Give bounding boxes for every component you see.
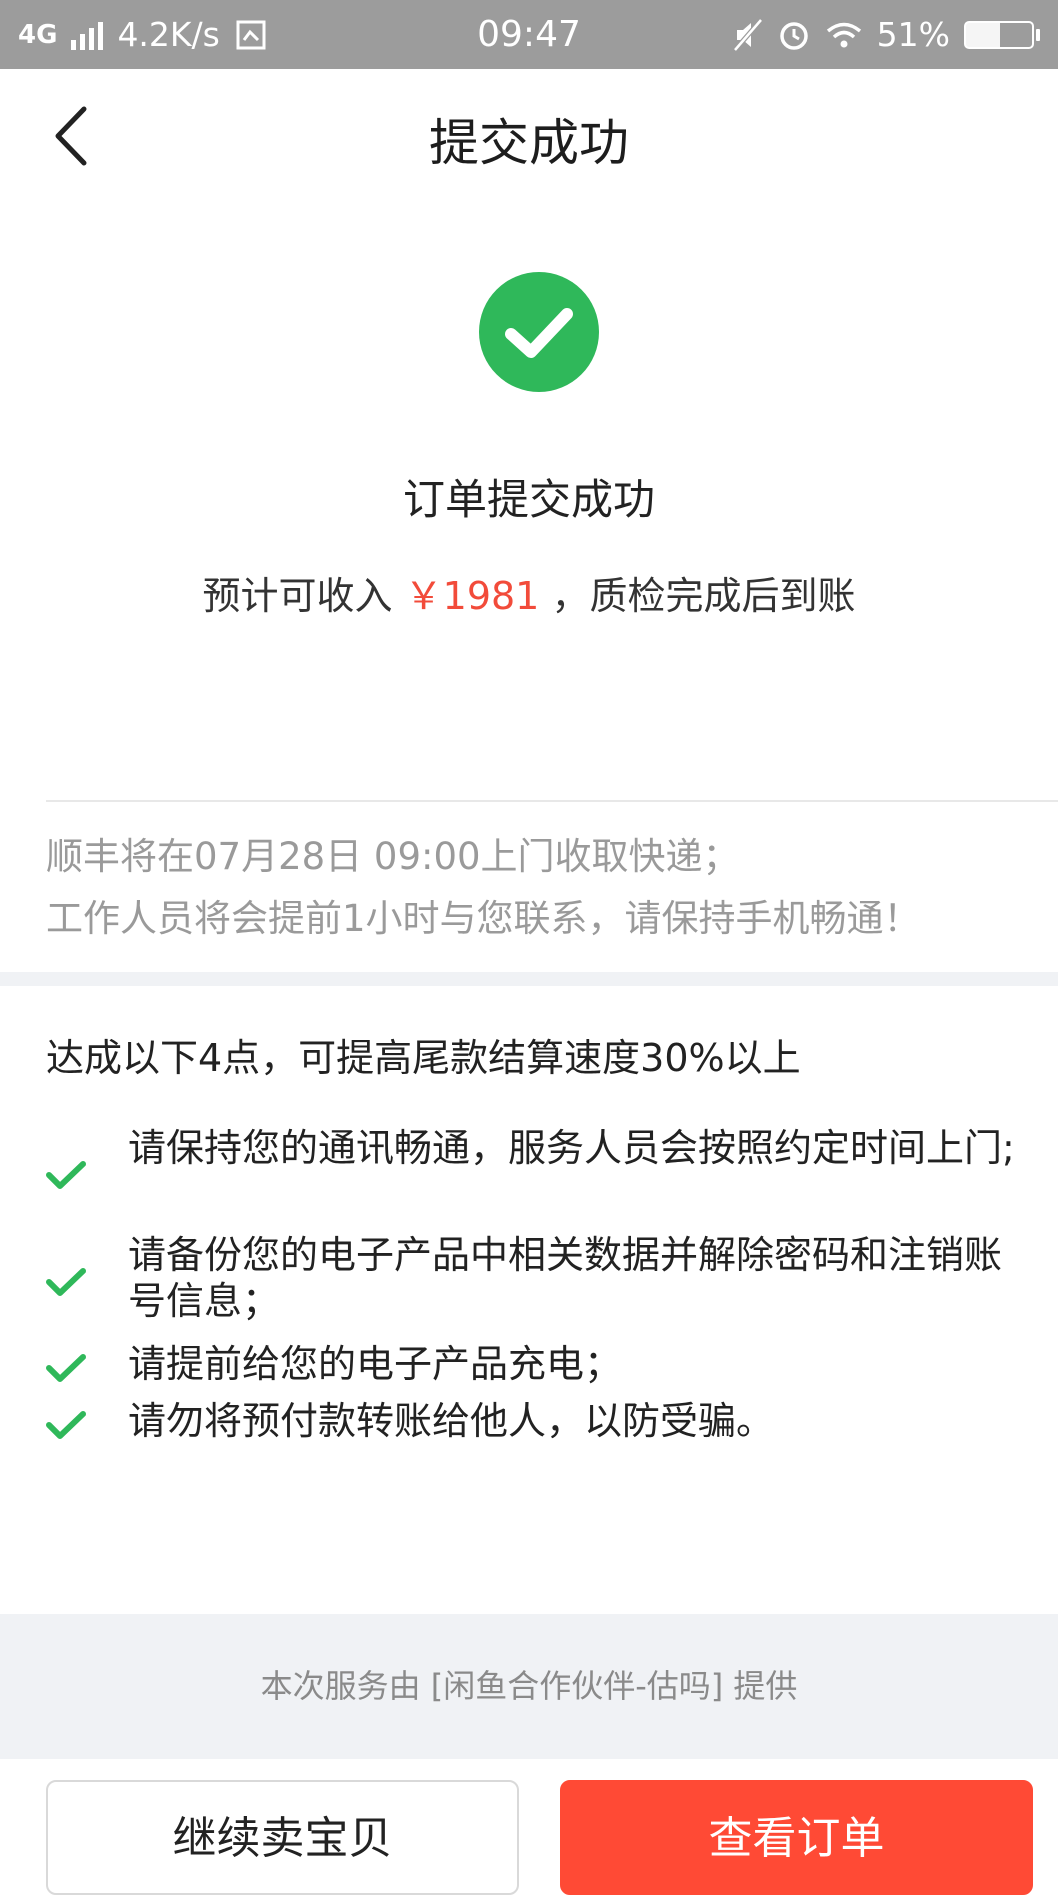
- success-check-icon: [479, 272, 599, 392]
- screenshot-icon: [236, 20, 266, 49]
- pickup-info: 顺丰将在07月28日 09:00上门收取快递； 工作人员将会提前1小时与您联系，…: [46, 826, 921, 950]
- list-item: 请备份您的电子产品中相关数据并解除密码和注销账号信息；: [46, 1232, 1016, 1341]
- check-icon: [46, 1411, 86, 1439]
- list-item: 请勿将预付款转账给他人，以防受骗。: [46, 1398, 1016, 1450]
- income-estimate: 预计可收入 ￥1981 ，质检完成后到账: [0, 565, 1058, 620]
- page-title: 提交成功: [429, 114, 629, 172]
- tip-text: 请勿将预付款转账给他人，以防受骗。: [128, 1399, 775, 1443]
- tips-heading: 达成以下4点，可提高尾款结算速度30%以上: [46, 1036, 801, 1080]
- tip-text: 请备份您的电子产品中相关数据并解除密码和注销账号信息；: [128, 1233, 1003, 1323]
- list-item: 请保持您的通讯畅通，服务人员会按照约定时间上门;: [46, 1125, 1016, 1232]
- income-prefix: 预计可收入: [202, 574, 393, 618]
- status-bar: 4G 4.2K/s 09:47 51%: [0, 0, 1058, 69]
- battery-icon: [964, 20, 1040, 49]
- income-suffix: ，质检完成后到账: [551, 574, 856, 618]
- order-success-page: 4G 4.2K/s 09:47 51% 提交成功 订单提交成功 预计可收入 ￥1…: [0, 0, 1058, 1903]
- mute-icon: [732, 17, 763, 52]
- tips-list: 请保持您的通讯畅通，服务人员会按照约定时间上门; 请备份您的电子产品中相关数据并…: [46, 1125, 1016, 1450]
- alarm-icon: [779, 21, 808, 50]
- status-right: 51%: [732, 15, 1040, 54]
- pickup-line: 顺丰将在07月28日 09:00上门收取快递；: [46, 835, 740, 878]
- nav-bar: 提交成功: [0, 69, 1058, 200]
- income-amount: ￥1981: [404, 574, 540, 618]
- success-title: 订单提交成功: [402, 475, 655, 524]
- check-icon: [46, 1268, 86, 1296]
- section-separator: [0, 972, 1058, 986]
- network-speed: 4.2K/s: [117, 15, 220, 54]
- signal-icon: [71, 20, 104, 50]
- network-type: 4G: [18, 19, 58, 50]
- divider: [46, 800, 1058, 802]
- view-order-button[interactable]: 查看订单: [560, 1780, 1033, 1895]
- check-icon: [46, 1354, 86, 1382]
- pickup-line: 工作人员将会提前1小时与您联系，请保持手机畅通！: [46, 897, 921, 940]
- list-item: 请提前给您的电子产品充电；: [46, 1341, 1016, 1398]
- tip-text: 请保持您的通讯畅通，服务人员会按照约定时间上门;: [128, 1126, 1015, 1170]
- wifi-icon: [826, 22, 861, 47]
- tip-text: 请提前给您的电子产品充电；: [128, 1342, 623, 1386]
- continue-selling-button[interactable]: 继续卖宝贝: [46, 1780, 519, 1895]
- status-left: 4G 4.2K/s: [18, 15, 268, 54]
- provider-note: 本次服务由 [闲鱼合作伙伴-估吗] 提供: [0, 1614, 1058, 1759]
- battery-percent: 51%: [876, 15, 950, 54]
- check-icon: [46, 1161, 86, 1189]
